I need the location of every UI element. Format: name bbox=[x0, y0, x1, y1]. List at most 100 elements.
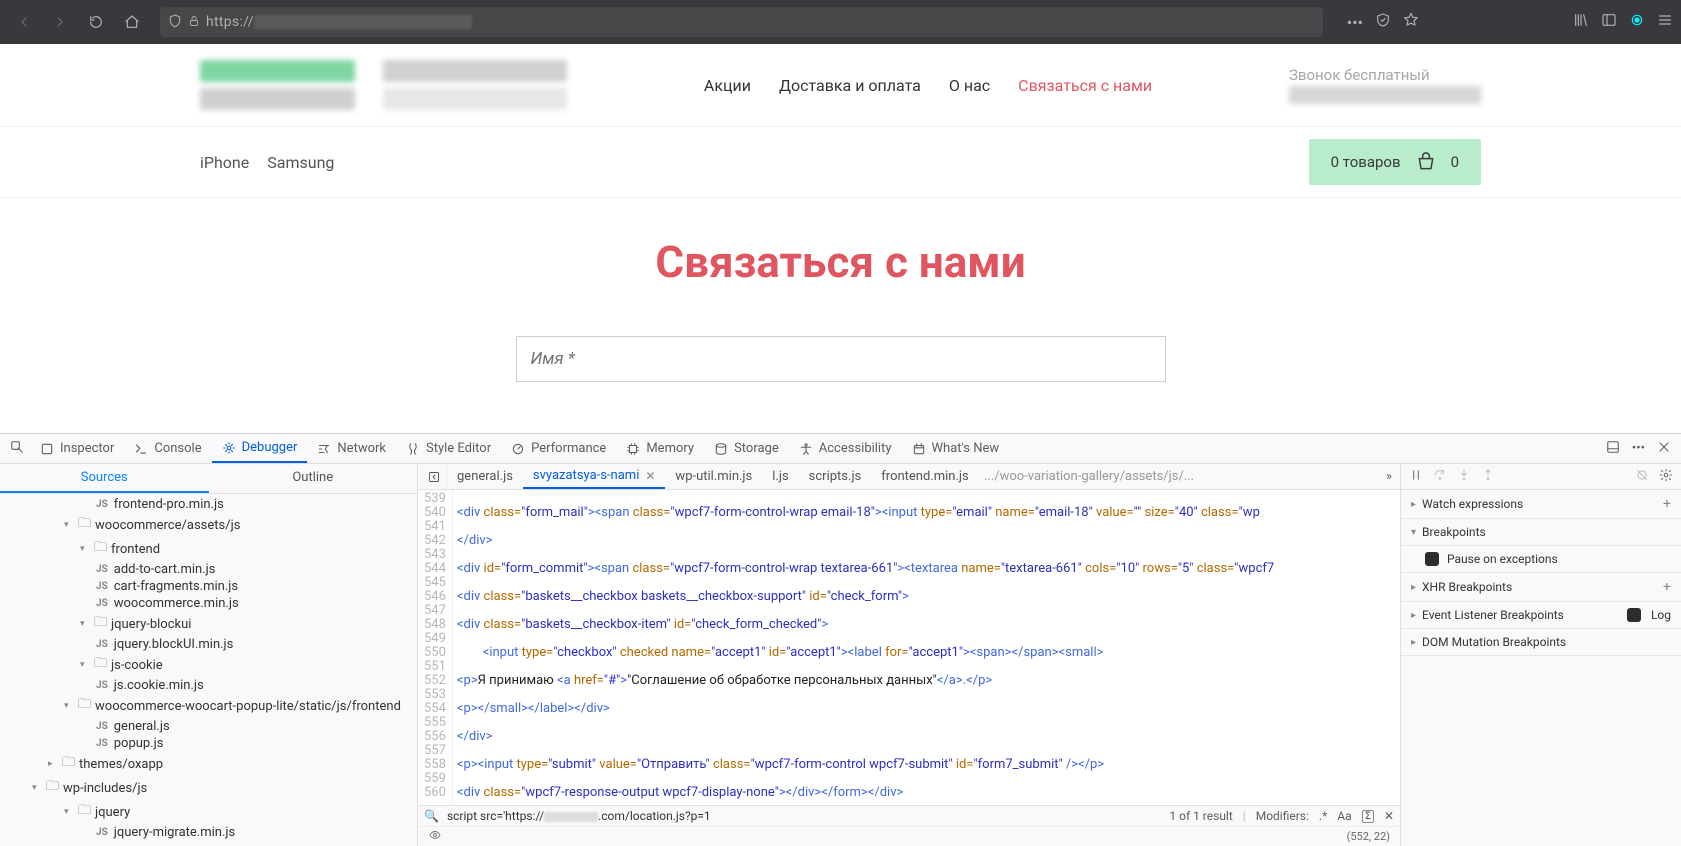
app-menu-icon[interactable] bbox=[1657, 12, 1673, 32]
file-tab-frontend[interactable]: frontend.min.js .../woo-variation-galler… bbox=[871, 464, 1204, 489]
container-icon[interactable] bbox=[1629, 12, 1645, 32]
tree-folder[interactable]: ▸🗀themes/oxapp bbox=[0, 752, 417, 776]
tab-accessibility[interactable]: Accessibility bbox=[789, 434, 902, 463]
browser-toolbar: https:// ••• bbox=[0, 0, 1681, 44]
devtools-dock-icon[interactable] bbox=[1600, 440, 1626, 458]
url-bar[interactable]: https:// bbox=[160, 7, 1323, 37]
watch-eye-icon[interactable] bbox=[428, 829, 442, 844]
cart-widget[interactable]: 0 товаров 0 bbox=[1309, 139, 1481, 185]
tab-storage[interactable]: Storage bbox=[704, 434, 789, 463]
plus-icon[interactable]: + bbox=[1663, 496, 1671, 512]
page-actions-icon[interactable]: ••• bbox=[1347, 13, 1363, 32]
page-title: Связаться с нами bbox=[0, 236, 1681, 288]
tree-folder[interactable]: ▾🗀jquery-blockui bbox=[0, 612, 417, 636]
log-checkbox-icon[interactable] bbox=[1627, 608, 1641, 622]
settings-icon[interactable] bbox=[1659, 468, 1673, 485]
content-area: Связаться с нами bbox=[0, 198, 1681, 433]
breakpoints[interactable]: ▾Breakpoints bbox=[1401, 519, 1681, 546]
close-search-icon[interactable]: ✕ bbox=[1384, 809, 1394, 823]
devtools-more-icon[interactable]: ••• bbox=[1626, 441, 1651, 456]
watch-expressions[interactable]: ▸Watch expressions+ bbox=[1401, 490, 1681, 519]
tree-file[interactable]: JSadd-to-cart.min.js bbox=[0, 561, 417, 578]
tab-samsung[interactable]: Samsung bbox=[267, 153, 334, 172]
tab-performance[interactable]: Performance bbox=[501, 434, 616, 463]
menu-contact[interactable]: Связаться с нами bbox=[1018, 76, 1152, 95]
tab-memory[interactable]: Memory bbox=[616, 434, 704, 463]
main-menu: Акции Доставка и оплата О нас Связаться … bbox=[704, 76, 1152, 95]
forward-button[interactable] bbox=[44, 6, 76, 38]
tree-folder[interactable]: ▾🗀woocommerce-woocart-popup-lite/static/… bbox=[0, 694, 417, 718]
pause-on-exceptions[interactable]: Pause on exceptions bbox=[1401, 546, 1681, 573]
devtools-close-icon[interactable] bbox=[1651, 440, 1677, 458]
tree-folder[interactable]: ▾🗀jquery bbox=[0, 800, 417, 824]
regex-icon[interactable]: .* bbox=[1319, 809, 1327, 823]
menu-promo[interactable]: Акции bbox=[704, 76, 751, 95]
tab-style-editor[interactable]: Style Editor bbox=[396, 434, 501, 463]
file-tab-svyaz[interactable]: svyazatsya-s-nami✕ bbox=[523, 464, 666, 489]
file-tab-general[interactable]: general.js bbox=[447, 464, 523, 489]
tree-folder[interactable]: ▾🗀woocommerce/assets/js bbox=[0, 513, 417, 537]
overflow-icon[interactable]: » bbox=[1378, 469, 1400, 484]
search-result-count: 1 of 1 result bbox=[1169, 809, 1232, 823]
reader-icon[interactable] bbox=[1375, 12, 1391, 32]
tab-debugger[interactable]: Debugger bbox=[212, 434, 308, 463]
tree-file[interactable]: JSwoocommerce.min.js bbox=[0, 595, 417, 612]
pick-element-icon[interactable] bbox=[4, 440, 30, 458]
page: Акции Доставка и оплата О нас Связаться … bbox=[0, 44, 1681, 433]
pause-icon[interactable] bbox=[1409, 468, 1423, 485]
home-button[interactable] bbox=[116, 6, 148, 38]
file-tab-prev-icon[interactable] bbox=[422, 464, 447, 489]
tab-whatsnew[interactable]: What's New bbox=[902, 434, 1010, 463]
search-modifiers-label: Modifiers: bbox=[1256, 809, 1309, 823]
search-bar: 🔍 script src='https://.com/location.js?p… bbox=[418, 805, 1400, 826]
tab-inspector[interactable]: Inspector bbox=[30, 434, 124, 463]
file-tab-wp-util[interactable]: wp-util.min.js bbox=[665, 464, 762, 489]
tab-console[interactable]: Console bbox=[124, 434, 211, 463]
tree-folder[interactable]: ▾🗀js-cookie bbox=[0, 653, 417, 677]
tree-folder[interactable]: ▾🗀wp-includes/js bbox=[0, 776, 417, 800]
code-editor[interactable]: 5395405415425435445455465475485495505515… bbox=[418, 490, 1400, 805]
menu-about[interactable]: О нас bbox=[949, 76, 990, 95]
step-out-icon[interactable] bbox=[1481, 468, 1495, 485]
tab-network[interactable]: Network bbox=[307, 434, 396, 463]
tree-file[interactable]: JSfrontend-pro.min.js bbox=[0, 496, 417, 513]
tree-file[interactable]: JSjquery-migrate.min.js bbox=[0, 824, 417, 841]
back-button[interactable] bbox=[8, 6, 40, 38]
dom-mutation-breakpoints[interactable]: ▸DOM Mutation Breakpoints bbox=[1401, 629, 1681, 656]
tree-file[interactable]: JSjs.cookie.min.js bbox=[0, 677, 417, 694]
whole-word-icon[interactable]: ⵉ bbox=[1362, 810, 1374, 823]
phone-redacted bbox=[1289, 86, 1481, 104]
xhr-breakpoints[interactable]: ▸XHR Breakpoints+ bbox=[1401, 573, 1681, 602]
step-over-icon[interactable] bbox=[1433, 468, 1447, 485]
library-icon[interactable] bbox=[1573, 12, 1589, 32]
menu-delivery[interactable]: Доставка и оплата bbox=[779, 76, 921, 95]
name-input[interactable] bbox=[516, 336, 1166, 382]
checkbox-icon[interactable] bbox=[1425, 552, 1439, 566]
tree-file[interactable]: JSpopup.js bbox=[0, 735, 417, 752]
file-tabs: general.js svyazatsya-s-nami✕ wp-util.mi… bbox=[418, 464, 1400, 490]
url-redacted bbox=[254, 15, 472, 29]
outline-tab[interactable]: Outline bbox=[209, 464, 418, 493]
sources-tab[interactable]: Sources bbox=[0, 464, 209, 493]
file-tab-ljs[interactable]: l.js bbox=[762, 464, 798, 489]
case-icon[interactable]: Aa bbox=[1337, 809, 1351, 823]
tree-file[interactable]: JScart-fragments.min.js bbox=[0, 578, 417, 595]
reload-button[interactable] bbox=[80, 6, 112, 38]
file-tab-scripts[interactable]: scripts.js bbox=[799, 464, 872, 489]
close-icon[interactable]: ✕ bbox=[645, 469, 655, 483]
tree-file[interactable]: JSjquery.blockUI.min.js bbox=[0, 636, 417, 653]
search-icon: 🔍 bbox=[424, 809, 439, 823]
search-query[interactable]: script src='https://.com/location.js?p=1 bbox=[447, 809, 711, 823]
event-listener-breakpoints[interactable]: ▸Event Listener BreakpointsLog bbox=[1401, 602, 1681, 629]
tab-iphone[interactable]: iPhone bbox=[200, 153, 249, 172]
plus-icon[interactable]: + bbox=[1663, 579, 1671, 595]
tree-folder[interactable]: ▾🗀frontend bbox=[0, 537, 417, 561]
bookmark-star-icon[interactable] bbox=[1403, 12, 1419, 32]
logo-redacted-1 bbox=[200, 60, 355, 110]
sidebar-icon[interactable] bbox=[1601, 12, 1617, 32]
source-tree[interactable]: JSfrontend-pro.min.js ▾🗀woocommerce/asse… bbox=[0, 494, 417, 846]
step-in-icon[interactable] bbox=[1457, 468, 1471, 485]
disable-breakpoints-icon[interactable] bbox=[1635, 468, 1649, 485]
devtools-tabs: Inspector Console Debugger Network Style… bbox=[0, 434, 1681, 464]
tree-file[interactable]: JSgeneral.js bbox=[0, 718, 417, 735]
